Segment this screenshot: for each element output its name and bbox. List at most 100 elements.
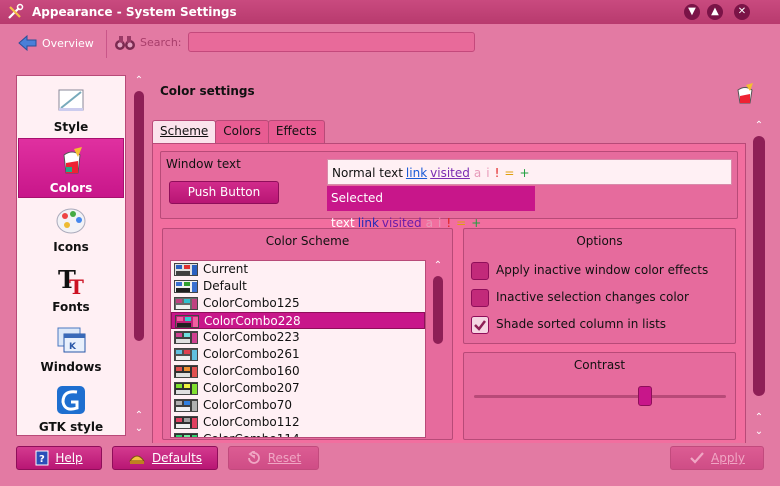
push-button-preview[interactable]: Push Button bbox=[169, 181, 279, 204]
icons-icon bbox=[56, 208, 86, 234]
title-bar[interactable]: Appearance - System Settings ▼ ▲ ✕ bbox=[0, 0, 780, 24]
scroll-down-icon[interactable]: ⌄ bbox=[133, 423, 145, 435]
list-item[interactable]: ColorCombo114 bbox=[171, 431, 425, 437]
list-item[interactable]: ColorCombo160 bbox=[171, 363, 425, 380]
selected-text-preview: Selected text link visited a i! = + bbox=[327, 186, 535, 230]
contrast-slider-track[interactable] bbox=[474, 395, 726, 398]
minimize-button[interactable]: ▼ bbox=[684, 4, 700, 20]
checkmark-icon bbox=[689, 451, 705, 465]
scroll-up-icon[interactable]: ⌃ bbox=[753, 412, 765, 424]
sidebar-item-style[interactable]: Style bbox=[18, 78, 124, 138]
tab-label: Scheme bbox=[160, 124, 209, 138]
checkbox-label: Apply inactive window color effects bbox=[496, 263, 709, 277]
tab-label: Colors bbox=[223, 124, 261, 138]
negative-text-preview: ! bbox=[494, 166, 500, 180]
color-scheme-list[interactable]: Current Default ColorCombo125 ColorCombo228… bbox=[170, 260, 426, 438]
apply-button[interactable]: Apply bbox=[670, 446, 764, 470]
system-settings-window: Appearance - System Settings ▼ ▲ ✕ Overv… bbox=[0, 0, 780, 486]
group-title: Contrast bbox=[573, 358, 626, 372]
shade-sorted-column-checkbox[interactable] bbox=[471, 316, 489, 334]
back-arrow-icon bbox=[18, 34, 37, 52]
scheme-preview-icon bbox=[174, 348, 198, 361]
inactive-selection-checkbox[interactable] bbox=[471, 289, 489, 307]
checkbox-label: Inactive selection changes color bbox=[496, 290, 689, 304]
list-item[interactable]: ColorCombo70 bbox=[171, 397, 425, 414]
sidebar-item-fonts[interactable]: T T Fonts bbox=[18, 258, 124, 318]
scroll-up-icon[interactable]: ⌃ bbox=[133, 410, 145, 422]
tab-effects[interactable]: Effects bbox=[267, 120, 325, 143]
scheme-preview-icon bbox=[174, 297, 198, 310]
overview-button[interactable]: Overview bbox=[18, 33, 94, 53]
main-scrollbar[interactable]: ⌃ ⌃ ⌄ bbox=[752, 120, 766, 440]
list-item[interactable]: ColorCombo112 bbox=[171, 414, 425, 431]
scheme-name: ColorCombo223 bbox=[203, 330, 300, 344]
sidebar-item-label: Colors bbox=[49, 181, 93, 195]
list-item[interactable]: ColorCombo223 bbox=[171, 329, 425, 346]
list-item[interactable]: Current bbox=[171, 261, 425, 278]
list-item[interactable]: ColorCombo228 bbox=[171, 312, 425, 329]
close-button[interactable]: ✕ bbox=[734, 4, 750, 20]
sidebar-item-colors[interactable]: Colors bbox=[18, 138, 124, 198]
normal-text-preview: Normal text link visited a i! = + bbox=[327, 159, 732, 185]
binoculars-icon bbox=[115, 36, 135, 50]
main-scroll-thumb[interactable] bbox=[753, 136, 765, 396]
reset-button[interactable]: Reset bbox=[228, 446, 319, 470]
tab-scheme[interactable]: Scheme bbox=[152, 120, 217, 144]
category-sidebar: Style Colors Icons T T Fonts K Windows G… bbox=[16, 75, 126, 436]
reset-label: Reset bbox=[267, 451, 302, 465]
svg-text:K: K bbox=[69, 342, 77, 352]
sidebar-item-label: Windows bbox=[40, 360, 102, 374]
sidebar-item-windows[interactable]: K Windows bbox=[18, 318, 124, 378]
link-preview: link bbox=[405, 166, 428, 180]
sidebar-item-label: Fonts bbox=[52, 300, 90, 314]
scroll-down-icon[interactable]: ⌄ bbox=[753, 426, 765, 438]
inactive-text-preview: i bbox=[486, 166, 490, 180]
contrast-slider-handle[interactable] bbox=[638, 386, 652, 406]
scheme-name: ColorCombo228 bbox=[204, 314, 301, 328]
apply-inactive-effects-checkbox[interactable] bbox=[471, 262, 489, 280]
list-item[interactable]: ColorCombo207 bbox=[171, 380, 425, 397]
help-button[interactable]: ? Help bbox=[16, 446, 102, 470]
tab-colors[interactable]: Colors bbox=[215, 120, 269, 143]
page-title: Color settings bbox=[160, 84, 255, 98]
list-item[interactable]: ColorCombo125 bbox=[171, 295, 425, 312]
sidebar-scroll-thumb[interactable] bbox=[134, 91, 144, 341]
overview-label: Overview bbox=[42, 36, 94, 50]
maximize-button[interactable]: ▲ bbox=[707, 4, 723, 20]
checkbox-label: Shade sorted column in lists bbox=[496, 317, 667, 331]
scheme-name: ColorCombo160 bbox=[203, 364, 300, 378]
window-title: Appearance - System Settings bbox=[32, 5, 237, 19]
scheme-preview-icon bbox=[174, 331, 198, 344]
positive-text-preview: + bbox=[519, 166, 530, 180]
scheme-preview-icon bbox=[174, 365, 198, 378]
settings-tabs: Scheme Colors Effects bbox=[152, 120, 325, 144]
scheme-preview-icon bbox=[174, 263, 198, 276]
sidebar-item-label: GTK style bbox=[38, 420, 104, 434]
sidebar-item-icons[interactable]: Icons bbox=[18, 198, 124, 258]
list-item[interactable]: Default bbox=[171, 278, 425, 295]
search-input[interactable] bbox=[188, 32, 475, 52]
scroll-up-icon[interactable]: ⌃ bbox=[432, 260, 444, 272]
reset-icon bbox=[246, 451, 262, 465]
defaults-icon bbox=[128, 451, 146, 465]
toolbar: Overview Search: bbox=[0, 24, 780, 62]
list-item[interactable]: ColorCombo261 bbox=[171, 346, 425, 363]
defaults-button[interactable]: Defaults bbox=[112, 446, 218, 470]
scroll-up-icon[interactable]: ⌃ bbox=[133, 75, 145, 87]
window-text-label: Window text bbox=[166, 157, 241, 171]
scheme-list-scroll-thumb[interactable] bbox=[433, 276, 443, 344]
scheme-name: ColorCombo261 bbox=[203, 347, 300, 361]
scheme-name: ColorCombo125 bbox=[203, 296, 300, 310]
sidebar-item-gtk-style[interactable]: GTK style bbox=[18, 378, 124, 435]
apply-label: Apply bbox=[711, 451, 745, 465]
fonts-icon: T T bbox=[58, 265, 84, 296]
sidebar-scrollbar[interactable]: ⌃ ⌃ ⌄ bbox=[133, 75, 145, 436]
neutral-text-preview: = bbox=[504, 166, 515, 180]
scheme-list-scrollbar[interactable]: ⌃ bbox=[431, 260, 445, 438]
help-label: Help bbox=[55, 451, 83, 465]
scroll-up-icon[interactable]: ⌃ bbox=[753, 120, 765, 132]
scheme-name: Default bbox=[203, 279, 247, 293]
search-label: Search: bbox=[140, 36, 182, 49]
scheme-preview-icon bbox=[175, 315, 199, 328]
visited-preview: visited bbox=[430, 166, 470, 180]
